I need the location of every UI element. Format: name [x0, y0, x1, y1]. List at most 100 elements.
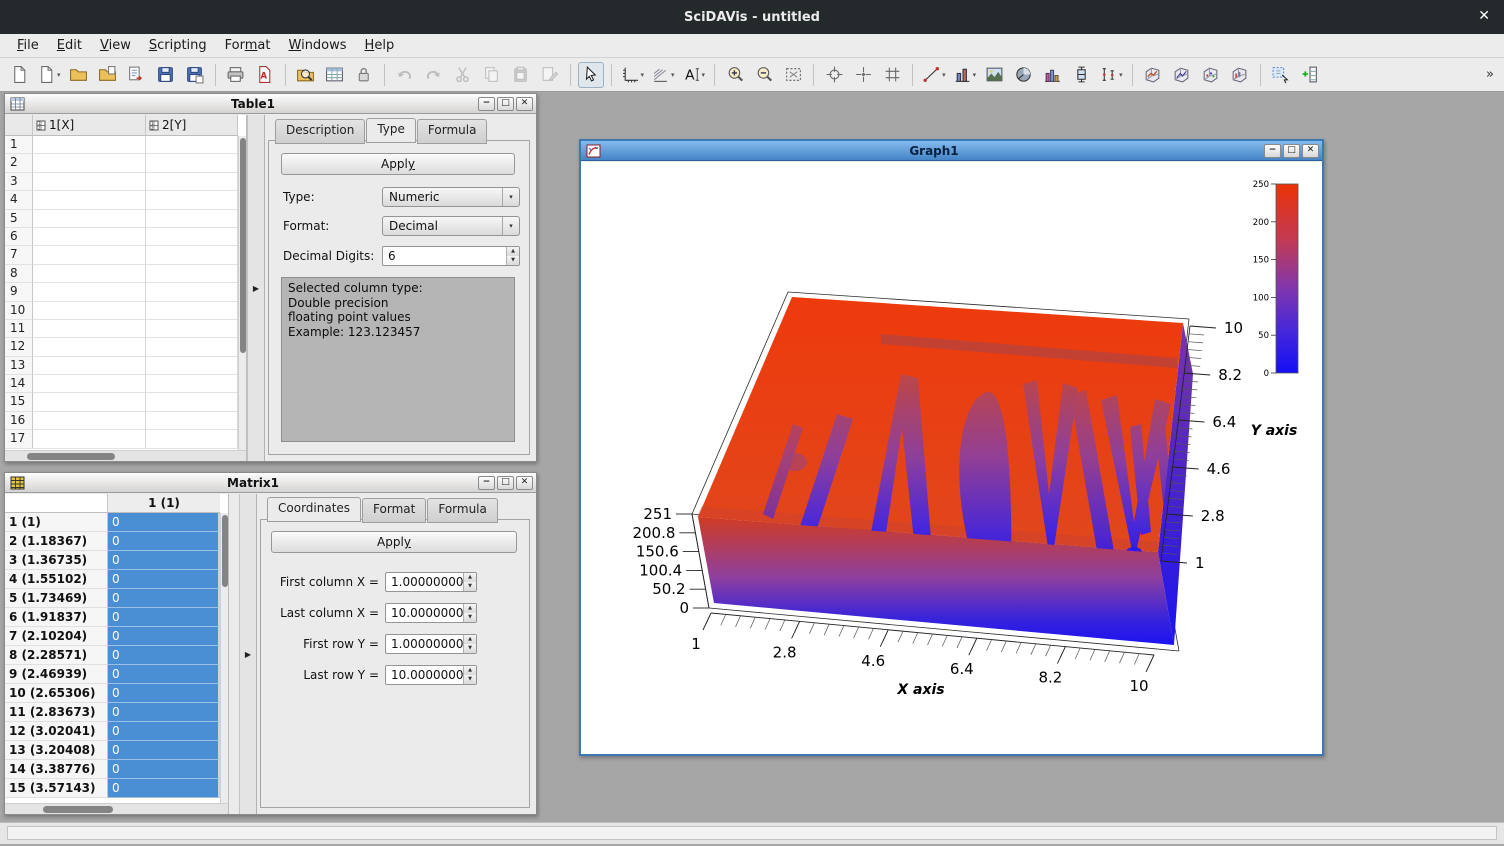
matrix-row[interactable]: 2 (1.18367)0: [5, 532, 220, 551]
table-row[interactable]: 17: [5, 430, 238, 448]
matrix1-tab-coordinates[interactable]: Coordinates: [267, 497, 361, 522]
matrix-cell-selected[interactable]: 0: [108, 646, 220, 665]
matrix-cell-selected[interactable]: 0: [108, 760, 220, 779]
matrix-row-header[interactable]: 13 (3.20408): [5, 741, 108, 760]
spin-buttons[interactable]: ▲▼: [506, 247, 519, 265]
row-number[interactable]: 11: [5, 320, 33, 338]
table-cell[interactable]: [146, 228, 238, 246]
spin-buttons[interactable]: ▲▼: [463, 635, 476, 653]
table-row[interactable]: 4: [5, 191, 238, 209]
maximize-button[interactable]: □: [497, 476, 514, 490]
matrix-row-header[interactable]: 4 (1.55102): [5, 570, 108, 589]
matrix-row[interactable]: 14 (3.38776)0: [5, 760, 220, 779]
matrix-row[interactable]: 12 (3.02041)0: [5, 722, 220, 741]
table-row[interactable]: 15: [5, 393, 238, 411]
import-ascii-button[interactable]: [124, 62, 150, 88]
table1-grid[interactable]: 121[X]122[Y] 1234567891011121314151617: [5, 115, 247, 461]
decimal-digits-spinbox[interactable]: 6 ▲▼: [382, 246, 520, 266]
table-cell[interactable]: [146, 375, 238, 393]
matrix-row-header[interactable]: 7 (2.10204): [5, 627, 108, 646]
select-region-button[interactable]: [879, 62, 905, 88]
new-document-button[interactable]: [6, 62, 32, 88]
graph1-canvas[interactable]: 12.84.66.48.210 12.84.66.48.210 251200.8…: [581, 162, 1322, 754]
matrix-row-header[interactable]: 2 (1.18367): [5, 532, 108, 551]
matrix-row[interactable]: 6 (1.91837)0: [5, 608, 220, 627]
menu-windows[interactable]: Windows: [280, 35, 356, 56]
lock-toolbars-button[interactable]: [351, 62, 377, 88]
open-project-button[interactable]: [66, 62, 92, 88]
table-cell[interactable]: [33, 246, 146, 264]
pointer-button[interactable]: [578, 62, 604, 88]
row-number[interactable]: 3: [5, 173, 33, 191]
table1-tab-type[interactable]: Type: [366, 118, 416, 143]
matrix-cell-selected[interactable]: 0: [108, 741, 220, 760]
table1-panel-collapse-button[interactable]: ▶: [247, 115, 265, 461]
matrix1-hscroll-thumb[interactable]: [43, 806, 113, 813]
row-number[interactable]: 15: [5, 393, 33, 411]
matrix-row[interactable]: 3 (1.36735)0: [5, 551, 220, 570]
row-number[interactable]: 8: [5, 265, 33, 283]
row-number[interactable]: 4: [5, 191, 33, 209]
table1-hscroll-thumb[interactable]: [27, 453, 115, 460]
new-aspect-button[interactable]: ▾: [35, 62, 63, 88]
matrix-row[interactable]: 10 (2.65306)0: [5, 684, 220, 703]
matrix-cell-selected[interactable]: 0: [108, 665, 220, 684]
table-cell[interactable]: [146, 357, 238, 375]
table1-vscroll-thumb[interactable]: [240, 138, 246, 353]
close-button[interactable]: ✕: [1302, 144, 1319, 158]
matrix-row[interactable]: 13 (3.20408)0: [5, 741, 220, 760]
table1-tab-description[interactable]: Description: [275, 119, 365, 144]
table1-hscrollbar[interactable]: [5, 450, 246, 461]
menu-view[interactable]: View: [91, 35, 140, 56]
row-number[interactable]: 14: [5, 375, 33, 393]
spin-down-icon[interactable]: ▼: [464, 582, 476, 591]
table-cell[interactable]: [33, 357, 146, 375]
table-row[interactable]: 14: [5, 375, 238, 393]
matrix-cell-selected[interactable]: 0: [108, 513, 220, 532]
row-number[interactable]: 17: [5, 430, 33, 448]
row-number[interactable]: 9: [5, 283, 33, 301]
row-number[interactable]: 10: [5, 302, 33, 320]
table-cell[interactable]: [33, 228, 146, 246]
table-cell[interactable]: [33, 283, 146, 301]
plot-histogram-button[interactable]: [1039, 62, 1065, 88]
matrix-row-header[interactable]: 15 (3.57143): [5, 779, 108, 798]
maximize-button[interactable]: □: [1283, 144, 1300, 158]
plot-3d-scatter-button[interactable]: [1198, 62, 1224, 88]
matrix-cell-selected[interactable]: 0: [108, 627, 220, 646]
table-cell[interactable]: [33, 210, 146, 228]
coord-field-spinbox[interactable]: 10.00000000▲▼: [385, 665, 477, 685]
table-row[interactable]: 8: [5, 265, 238, 283]
add-image-button[interactable]: [981, 62, 1007, 88]
spin-up-icon[interactable]: ▲: [464, 573, 476, 582]
menu-scripting[interactable]: Scripting: [140, 35, 216, 56]
matrix-cell-selected[interactable]: 0: [108, 722, 220, 741]
table-row[interactable]: 2: [5, 154, 238, 172]
spin-buttons[interactable]: ▲▼: [463, 604, 476, 622]
matrix1-tab-formula[interactable]: Formula: [427, 498, 498, 523]
matrix1-apply-button[interactable]: Apply: [271, 531, 517, 553]
data-reader-button[interactable]: [850, 62, 876, 88]
close-button[interactable]: ✕: [516, 476, 533, 490]
matrix-cell-selected[interactable]: 0: [108, 589, 220, 608]
app-close-icon[interactable]: ✕: [1478, 8, 1490, 24]
table-row[interactable]: 9: [5, 283, 238, 301]
table1-vscrollbar[interactable]: [238, 136, 246, 450]
spin-up-icon[interactable]: ▲: [464, 635, 476, 644]
table-row[interactable]: 1: [5, 136, 238, 154]
matrix-row[interactable]: 9 (2.46939)0: [5, 665, 220, 684]
row-number[interactable]: 12: [5, 338, 33, 356]
matrix-cell-selected[interactable]: 0: [108, 608, 220, 627]
table-cell[interactable]: [33, 338, 146, 356]
table-cell[interactable]: [146, 136, 238, 154]
spin-down-icon[interactable]: ▼: [464, 675, 476, 684]
table-cell[interactable]: [33, 154, 146, 172]
plot-bars-button[interactable]: ▾: [951, 62, 979, 88]
table-cell[interactable]: [146, 320, 238, 338]
minimize-button[interactable]: −: [478, 97, 495, 111]
column-header-1[X][interactable]: 121[X]: [33, 115, 146, 136]
table-row[interactable]: 7: [5, 246, 238, 264]
matrix-row-header[interactable]: 1 (1): [5, 513, 108, 532]
zoom-out-button[interactable]: [751, 62, 777, 88]
column-header-2[Y][interactable]: 122[Y]: [146, 115, 238, 136]
